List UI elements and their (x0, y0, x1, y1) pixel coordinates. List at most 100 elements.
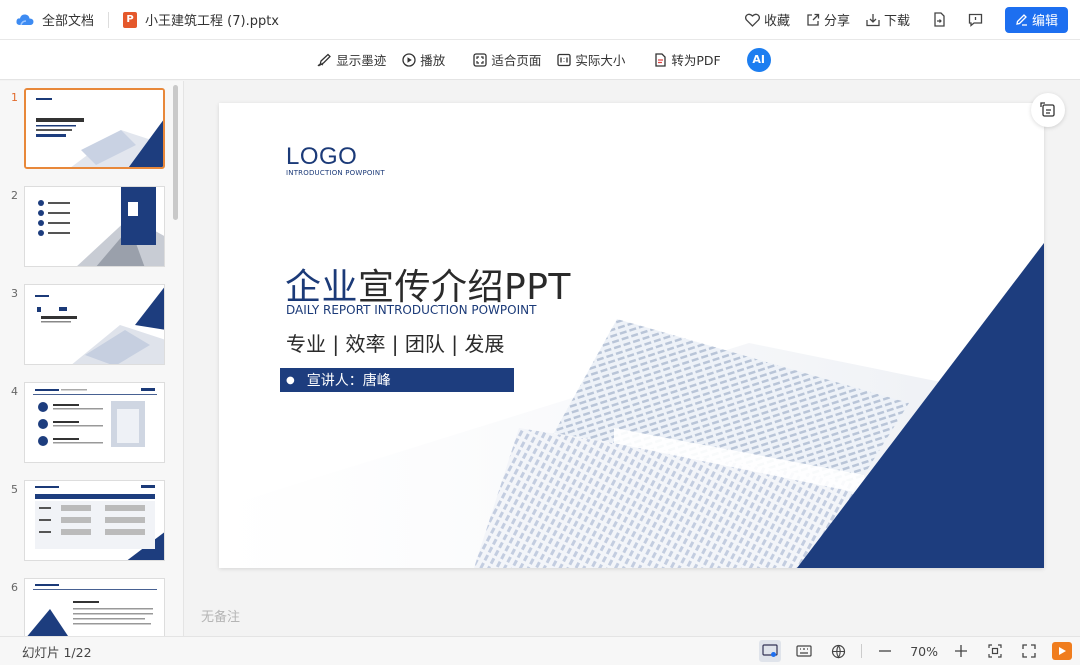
play-icon (1059, 647, 1066, 655)
thumbnail-slide-1[interactable] (24, 88, 165, 169)
pencil-icon (1016, 14, 1027, 26)
fit-page-button[interactable]: 适合页面 (473, 50, 541, 69)
share-button[interactable]: 分享 (806, 10, 850, 29)
notes-view-button[interactable] (793, 640, 815, 662)
globe-icon (831, 644, 845, 659)
file-name: 小王建筑工程 (7).pptx (145, 14, 279, 29)
play-label: 播放 (420, 53, 446, 68)
divider (861, 644, 863, 658)
slide-thumbnail-panel: 1 2 3 4 5 6 (0, 81, 184, 636)
thumbnail-scrollbar[interactable] (173, 85, 178, 220)
favorite-label: 收藏 (763, 14, 790, 29)
comment-button[interactable] (968, 13, 983, 27)
divider (108, 11, 110, 28)
show-ink-button[interactable]: 显示墨迹 (317, 50, 386, 69)
thumbnail-slide-6[interactable] (24, 578, 165, 636)
play-circle-icon (402, 52, 416, 67)
thumbnail-slide-5[interactable] (24, 480, 165, 561)
slide-presenter-bar: ● 宣讲人：唐峰 (280, 368, 514, 392)
view-toolbar: 显示墨迹 播放 适合页面 实际大小 转为PDF AI (0, 40, 1080, 80)
thumbnail-preview (25, 579, 164, 636)
slide-subtitle: DAILY REPORT INTRODUCTION POWPOINT (286, 303, 537, 317)
slide-tags: 专业 | 效率 | 团队 | 发展 (286, 332, 505, 356)
thumbnail-item-3[interactable]: 3 (0, 277, 176, 365)
thumbnail-number: 4 (11, 385, 18, 398)
ppt-file-icon: P (123, 11, 138, 28)
actual-size-label: 实际大小 (575, 53, 626, 68)
thumbnail-preview (26, 90, 163, 167)
thumbnail-item-2[interactable]: 2 (0, 179, 176, 267)
share-icon (807, 13, 820, 26)
fit-window-icon (988, 644, 1002, 658)
slide-logo: LOGO (286, 143, 358, 170)
language-button[interactable] (827, 640, 849, 662)
ink-pen-icon (317, 53, 332, 66)
reading-view-button[interactable] (759, 640, 782, 662)
slide-counter: 幻灯片 1/22 (22, 644, 92, 660)
play-button[interactable]: 播放 (402, 50, 445, 69)
actual-size-button[interactable]: 实际大小 (557, 50, 625, 69)
zoom-out-button[interactable] (874, 640, 896, 662)
thumbnail-item-1[interactable]: 1 (0, 81, 176, 169)
convert-pdf-button[interactable]: 转为PDF (653, 50, 721, 69)
thumbnail-slide-2[interactable] (24, 186, 165, 267)
pdf-icon (655, 52, 666, 67)
slide-title-highlight: 企业 (285, 267, 359, 308)
thumbnail-item-6[interactable]: 6 (0, 571, 176, 636)
show-ink-label: 显示墨迹 (336, 53, 387, 68)
slide-canvas[interactable]: LOGO INTRODUCTION POWPOINT 企业宣传介绍PPT DAI… (219, 103, 1044, 568)
convert-pdf-label: 转为PDF (671, 53, 721, 68)
slide-logo-subtitle: INTRODUCTION POWPOINT (286, 169, 385, 177)
zoom-level[interactable]: 70% (910, 644, 938, 659)
thumbnail-preview (25, 383, 164, 462)
thumbnail-slide-4[interactable] (24, 382, 165, 463)
floating-tool-button[interactable] (1031, 93, 1065, 127)
plus-icon (955, 645, 967, 657)
fit-page-icon (473, 52, 487, 67)
thumbnail-number: 6 (11, 581, 18, 594)
download-icon (866, 13, 880, 26)
share-label: 分享 (823, 14, 850, 29)
cloud-icon (16, 13, 34, 25)
slideshow-play-button[interactable] (1052, 642, 1072, 660)
download-label: 下载 (883, 14, 910, 29)
thumbnail-number: 1 (11, 91, 18, 104)
slide-view-area: LOGO INTRODUCTION POWPOINT 企业宣传介绍PPT DAI… (185, 81, 1080, 636)
reading-view-icon (762, 644, 778, 657)
thumbnail-preview (25, 481, 164, 560)
presenter-text: 宣讲人：唐峰 (306, 373, 391, 389)
zoom-in-button[interactable] (950, 640, 972, 662)
heart-icon (744, 13, 760, 27)
thumbnail-slide-3[interactable] (24, 284, 165, 365)
actual-size-icon (557, 53, 571, 66)
thumbnail-number: 3 (11, 287, 18, 300)
thumbnail-preview (25, 285, 164, 364)
slide-title-rest: 宣传介绍PPT (358, 267, 571, 308)
favorite-button[interactable]: 收藏 (744, 10, 790, 29)
comment-icon (968, 13, 983, 27)
minus-icon (879, 650, 892, 652)
fit-window-button[interactable] (984, 640, 1006, 662)
fullscreen-button[interactable] (1018, 640, 1040, 662)
notes-placeholder[interactable]: 无备注 (201, 606, 240, 625)
thumbnail-preview (25, 187, 164, 266)
thumbnail-item-5[interactable]: 5 (0, 473, 176, 561)
status-bar: 幻灯片 1/22 70% (0, 636, 1080, 665)
ai-label: AI (752, 53, 765, 66)
bullet-icon: ● (286, 374, 295, 386)
fullscreen-icon (1022, 644, 1036, 658)
thumbnail-number: 5 (11, 483, 18, 496)
top-bar: 全部文档 P 小王建筑工程 (7).pptx 收藏 分享 下载 编辑 (0, 0, 1080, 40)
ai-assistant-button[interactable]: AI (746, 47, 771, 72)
keyboard-icon (796, 645, 812, 657)
thumbnail-item-4[interactable]: 4 (0, 375, 176, 463)
thumbnail-number: 2 (11, 189, 18, 202)
fit-page-label: 适合页面 (491, 53, 542, 68)
file-export-icon (934, 12, 945, 27)
screenshot-icon (1040, 102, 1055, 117)
edit-label: 编辑 (1031, 14, 1058, 29)
edit-button[interactable]: 编辑 (1004, 6, 1068, 33)
download-button[interactable]: 下载 (866, 10, 910, 29)
file-info-button[interactable] (932, 12, 946, 27)
all-docs-link[interactable]: 全部文档 (42, 10, 94, 29)
